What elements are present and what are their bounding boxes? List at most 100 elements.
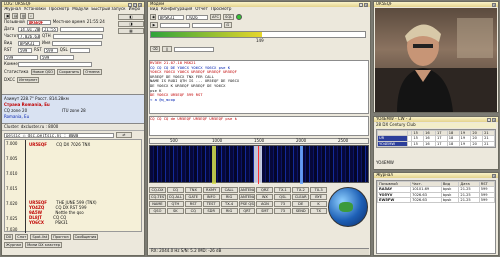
- qso-list-titlebar[interactable]: Журнал ×: [374, 173, 498, 178]
- find-icon[interactable]: ⌕: [28, 13, 34, 19]
- photo-titlebar[interactable]: UR5EQF ×: [374, 2, 498, 7]
- macro-button[interactable]: CQ-ALL: [166, 194, 184, 200]
- macro-button[interactable]: SMT: [256, 208, 274, 214]
- side-btn-3[interactable]: ▦: [118, 28, 144, 34]
- internet-button[interactable]: Интернет: [17, 77, 40, 83]
- macro-button[interactable]: QRZ: [256, 187, 274, 193]
- macro-button[interactable]: GATE: [184, 194, 202, 200]
- tx-icon[interactable]: ▶: [150, 22, 158, 28]
- qso-button[interactable]: Новое QSO: [30, 69, 56, 75]
- afc-toggle[interactable]: AFC: [210, 14, 222, 20]
- freq-shift-field[interactable]: [174, 46, 214, 52]
- close-icon[interactable]: ×: [492, 173, 496, 178]
- tab-spot-list[interactable]: Spot-list: [30, 234, 50, 240]
- macro-button[interactable]: SDR: [202, 208, 220, 214]
- menu-modules[interactable]: Модули: [72, 7, 88, 12]
- macro-button[interactable]: K: [310, 201, 328, 207]
- tx-text-area[interactable]: CQ CQ CQ de UR5EQF UR5EQF UR5EQF pse k: [149, 116, 369, 136]
- menu-log[interactable]: Журнал: [4, 7, 21, 12]
- channel-field[interactable]: [192, 22, 222, 28]
- macro-button[interactable]: TNX: [184, 187, 202, 193]
- macro-button[interactable]: PSE QSL: [238, 201, 256, 207]
- close-icon[interactable]: ×: [364, 2, 368, 7]
- macro-button[interactable]: ANTENA: [238, 187, 256, 193]
- baud-field[interactable]: [160, 22, 190, 28]
- mode-select[interactable]: BPSK31: [18, 41, 40, 46]
- macro-button[interactable]: CQ: [166, 187, 184, 193]
- macro-button[interactable]: CQ-DX: [149, 187, 166, 193]
- name-input[interactable]: [52, 41, 103, 46]
- cluster-input[interactable]: pelsic ○ dsc.peltsic.nl : 8000: [4, 132, 114, 138]
- rst-extra2-field[interactable]: 599: [40, 55, 74, 60]
- macro-button[interactable]: WX: [256, 194, 274, 200]
- waterfall[interactable]: [149, 145, 369, 184]
- table-row[interactable]: EW5FW 7026.63 bpsk 21.25 599: [376, 196, 496, 204]
- minimize-icon[interactable]: _: [359, 2, 363, 7]
- lock-icon[interactable]: ⊡: [224, 22, 232, 28]
- close-icon[interactable]: ×: [492, 2, 496, 7]
- macro-button[interactable]: TX: [310, 208, 328, 214]
- maximize-icon[interactable]: □: [133, 2, 137, 7]
- minimize-icon[interactable]: _: [487, 117, 491, 122]
- macro-button[interactable]: SK: [166, 208, 184, 214]
- side-btn-2[interactable]: ◨: [118, 21, 144, 27]
- save-icon[interactable]: ▤: [12, 13, 18, 19]
- menu-config[interactable]: Конфигурация: [161, 7, 192, 12]
- macro-button[interactable]: RST: [184, 201, 202, 207]
- macro-button[interactable]: SEND: [292, 208, 310, 214]
- level-slider[interactable]: [150, 31, 366, 38]
- tab-mini-cluster[interactable]: Мини DX кластер: [25, 242, 63, 248]
- clear-icon[interactable]: ⌫: [150, 46, 160, 52]
- macro-button[interactable]: RXMY: [202, 187, 220, 193]
- rx-cursor[interactable]: [258, 146, 259, 184]
- macro-button[interactable]: QTH: [166, 201, 184, 207]
- macro-button[interactable]: AGN: [256, 201, 274, 207]
- macro-button[interactable]: 73: [274, 201, 292, 207]
- macro-button[interactable]: NAME: [149, 201, 166, 207]
- macro-button[interactable]: RIG: [220, 208, 238, 214]
- new-icon[interactable]: ▣: [4, 13, 10, 19]
- macro-button[interactable]: TX-4: [220, 201, 238, 207]
- pause-icon[interactable]: ‖: [162, 46, 172, 52]
- macro-button[interactable]: TEST: [202, 201, 220, 207]
- save-button[interactable]: Сохранить: [57, 69, 82, 75]
- tab-forecast[interactable]: Прогноз: [51, 234, 71, 240]
- macro-button[interactable]: CLEAR: [292, 194, 310, 200]
- minimize-icon[interactable]: _: [128, 2, 132, 7]
- connect-icon[interactable]: ⇄: [116, 132, 132, 138]
- macro-button[interactable]: DE: [292, 201, 310, 207]
- macro-button[interactable]: INFO: [202, 194, 220, 200]
- tab-journal[interactable]: Журнал: [4, 242, 24, 248]
- sql-toggle[interactable]: SQL: [223, 14, 235, 20]
- rst-extra-field[interactable]: 599: [4, 55, 38, 60]
- time-field[interactable]: 21:55:24: [42, 27, 58, 32]
- menu-browse[interactable]: Просмотр: [211, 7, 232, 12]
- macro-button[interactable]: RIG: [220, 194, 238, 200]
- callsign-field[interactable]: UR5EQF: [26, 20, 51, 25]
- modem-freq-field[interactable]: 7026: [186, 14, 208, 20]
- spot-entry[interactable]: UR5EQF CQ DX 7026 TNX: [29, 142, 90, 148]
- menu-info[interactable]: Инфо: [129, 7, 140, 12]
- print-icon[interactable]: ▥: [20, 13, 26, 19]
- menu-view[interactable]: Вид: [150, 7, 158, 12]
- macro-button[interactable]: QRT: [238, 208, 256, 214]
- date-field[interactable]: 14.01.2010: [18, 27, 40, 32]
- close-icon[interactable]: ×: [492, 117, 496, 122]
- macro-button[interactable]: CALL: [220, 187, 238, 193]
- macro-button[interactable]: CQ-TEST: [149, 194, 166, 200]
- close-icon[interactable]: ×: [138, 2, 142, 7]
- comment-field[interactable]: [18, 62, 92, 67]
- rst-sent-field[interactable]: 599: [18, 48, 32, 53]
- macro-button[interactable]: QSL: [274, 194, 292, 200]
- rx-text-area[interactable]: RV3EH 21.07.10 MSK21 CQ CQ CQ DE YO6CX Y…: [149, 60, 369, 114]
- freq-field[interactable]: 7.026.63: [18, 34, 40, 39]
- macro-button[interactable]: TX-3: [310, 187, 328, 193]
- menu-report[interactable]: Отчет: [195, 7, 208, 12]
- side-btn-1[interactable]: ◧: [118, 14, 144, 20]
- modem-mode-select[interactable]: BPSK31: [158, 14, 184, 20]
- cancel-button[interactable]: Отмена: [83, 69, 102, 75]
- rst-rcvd-field[interactable]: 599: [43, 48, 58, 53]
- macro-button[interactable]: CQ: [184, 208, 202, 214]
- macro-button[interactable]: TX-1: [274, 187, 292, 193]
- rx-icon[interactable]: ◉: [150, 14, 156, 20]
